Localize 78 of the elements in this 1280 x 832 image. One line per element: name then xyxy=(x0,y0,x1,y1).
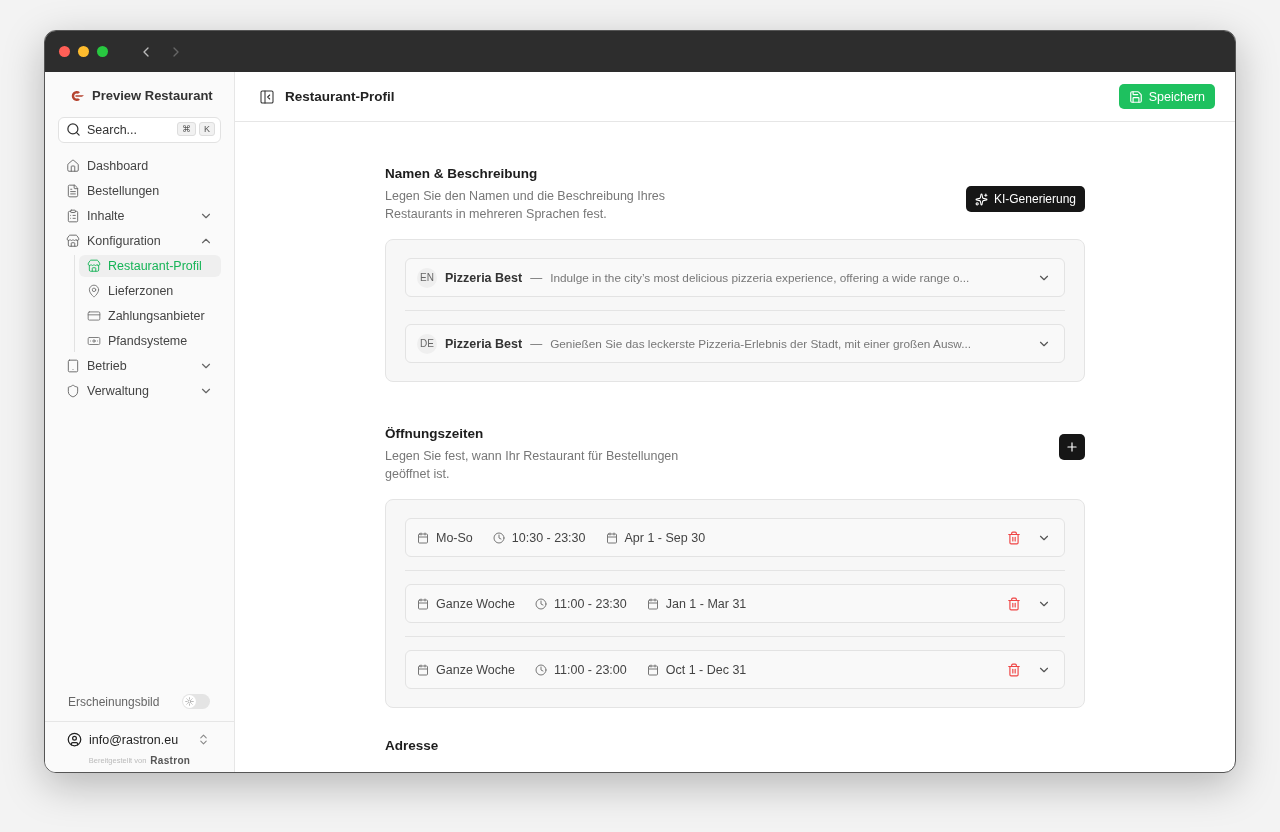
nav-icon xyxy=(87,284,101,298)
nav-icon xyxy=(87,309,101,323)
calendar-icon xyxy=(646,597,659,610)
nav-icon xyxy=(66,159,80,173)
window-minimize-button[interactable] xyxy=(78,46,89,57)
nav-icon xyxy=(66,384,80,398)
calendar-icon xyxy=(646,663,659,676)
time-text: 11:00 - 23:00 xyxy=(554,662,627,677)
nav-icon xyxy=(66,209,80,223)
plus-icon xyxy=(1065,440,1079,454)
delete-icon[interactable] xyxy=(1007,662,1021,677)
ai-generate-button[interactable]: KI-Generierung xyxy=(965,186,1085,212)
nav-item[interactable]: Konfiguration xyxy=(58,230,221,252)
nav-item[interactable]: Inhalte xyxy=(58,205,221,227)
time-text: 10:30 - 23:30 xyxy=(511,530,586,545)
nav-item[interactable]: Dashboard xyxy=(58,155,221,177)
period-text: Apr 1 - Sep 30 xyxy=(624,530,706,545)
language-code: DE xyxy=(417,333,437,354)
days-text: Mo-So xyxy=(436,530,473,545)
delete-icon[interactable] xyxy=(1007,530,1021,545)
restaurant-name: Pizzeria Best xyxy=(445,336,523,351)
calendar-icon xyxy=(417,663,429,676)
language-row[interactable]: DE Pizzeria Best — Genießen Sie das leckerste Pizzeria-Erlebnis der Stadt, mit einer großen Ausw... xyxy=(405,324,1065,363)
save-icon xyxy=(1128,89,1143,104)
nav-subitem[interactable]: Lieferzonen xyxy=(79,280,221,302)
calendar-icon xyxy=(417,597,429,610)
time-text: 11:00 - 23:30 xyxy=(554,596,627,611)
hours-row[interactable]: Ganze Woche 11:00 - 23:00 Oct 1 - Dec 31 xyxy=(405,650,1065,689)
search-icon xyxy=(66,122,81,137)
logo-icon xyxy=(69,88,85,103)
user-icon xyxy=(67,732,82,747)
section-title: Öffnungszeiten xyxy=(385,426,485,441)
clock-icon xyxy=(535,663,547,676)
chevrons-up-down-icon xyxy=(197,733,210,746)
page-title: Restaurant-Profil xyxy=(285,89,396,104)
section-description: Legen Sie fest, wann Ihr Restaurant für Bestellungen geöffnet ist. xyxy=(385,448,680,483)
delete-icon[interactable] xyxy=(1007,596,1021,611)
description-preview: Genießen Sie das leckerste Pizzeria-Erlebnis der Stadt, mit einer großen Ausw... xyxy=(550,336,973,351)
nav-icon xyxy=(66,184,80,198)
nav-item[interactable]: Betrieb xyxy=(58,355,221,377)
separator-dash: — xyxy=(530,270,543,285)
company-logo: Rastron xyxy=(150,755,191,766)
calendar-icon xyxy=(605,531,618,544)
description-preview: Indulge in the city’s most delicious pizzeria experience, offering a wide range o... xyxy=(550,270,971,285)
account-menu[interactable]: info@rastron.eu xyxy=(45,721,234,751)
nav-icon xyxy=(66,234,80,248)
language-row[interactable]: EN Pizzeria Best — Indulge in the city’s most delicious pizzeria experience, offering a wide range o... xyxy=(405,258,1065,297)
days-text: Ganze Woche xyxy=(436,596,515,611)
clock-icon xyxy=(535,597,547,610)
period-text: Oct 1 - Dec 31 xyxy=(665,662,747,677)
nav-icon xyxy=(87,334,101,348)
nav-subitem[interactable]: Zahlungsanbieter xyxy=(79,305,221,327)
section-description: Legen Sie den Namen und die Beschreibung Ihres Restaurants in mehreren Sprachen fest. xyxy=(385,188,667,223)
period-text: Jan 1 - Mar 31 xyxy=(665,596,747,611)
language-code: EN xyxy=(417,267,437,288)
nav-subitem[interactable]: Pfandsysteme xyxy=(79,330,221,352)
nav-item[interactable]: Verwaltung xyxy=(58,380,221,402)
sun-icon xyxy=(185,697,194,706)
hours-row[interactable]: Mo-So 10:30 - 23:30 Apr 1 - Sep 30 xyxy=(405,518,1065,557)
section-title: Adresse xyxy=(385,738,440,753)
theme-toggle[interactable] xyxy=(182,694,210,709)
appearance-label: Erscheinungsbild xyxy=(68,694,160,709)
nav-icon xyxy=(66,359,80,373)
section-title: Namen & Beschreibung xyxy=(385,166,539,181)
add-button[interactable] xyxy=(1059,434,1085,460)
sidebar-toggle-icon[interactable] xyxy=(259,88,275,105)
window-close-button[interactable] xyxy=(59,46,70,57)
days-text: Ganze Woche xyxy=(436,662,515,677)
calendar-icon xyxy=(417,531,429,544)
nav-item[interactable]: Bestellungen xyxy=(58,180,221,202)
restaurant-name: Pizzeria Best xyxy=(445,270,523,285)
restaurant-name: Preview Restaurant xyxy=(92,88,213,103)
clock-icon xyxy=(492,531,505,544)
window-zoom-button[interactable] xyxy=(97,46,108,57)
sparkles-icon xyxy=(974,192,988,206)
hours-row[interactable]: Ganze Woche 11:00 - 23:30 Jan 1 - Mar 31 xyxy=(405,584,1065,623)
separator-dash: — xyxy=(530,336,543,351)
nav-icon xyxy=(87,259,101,273)
